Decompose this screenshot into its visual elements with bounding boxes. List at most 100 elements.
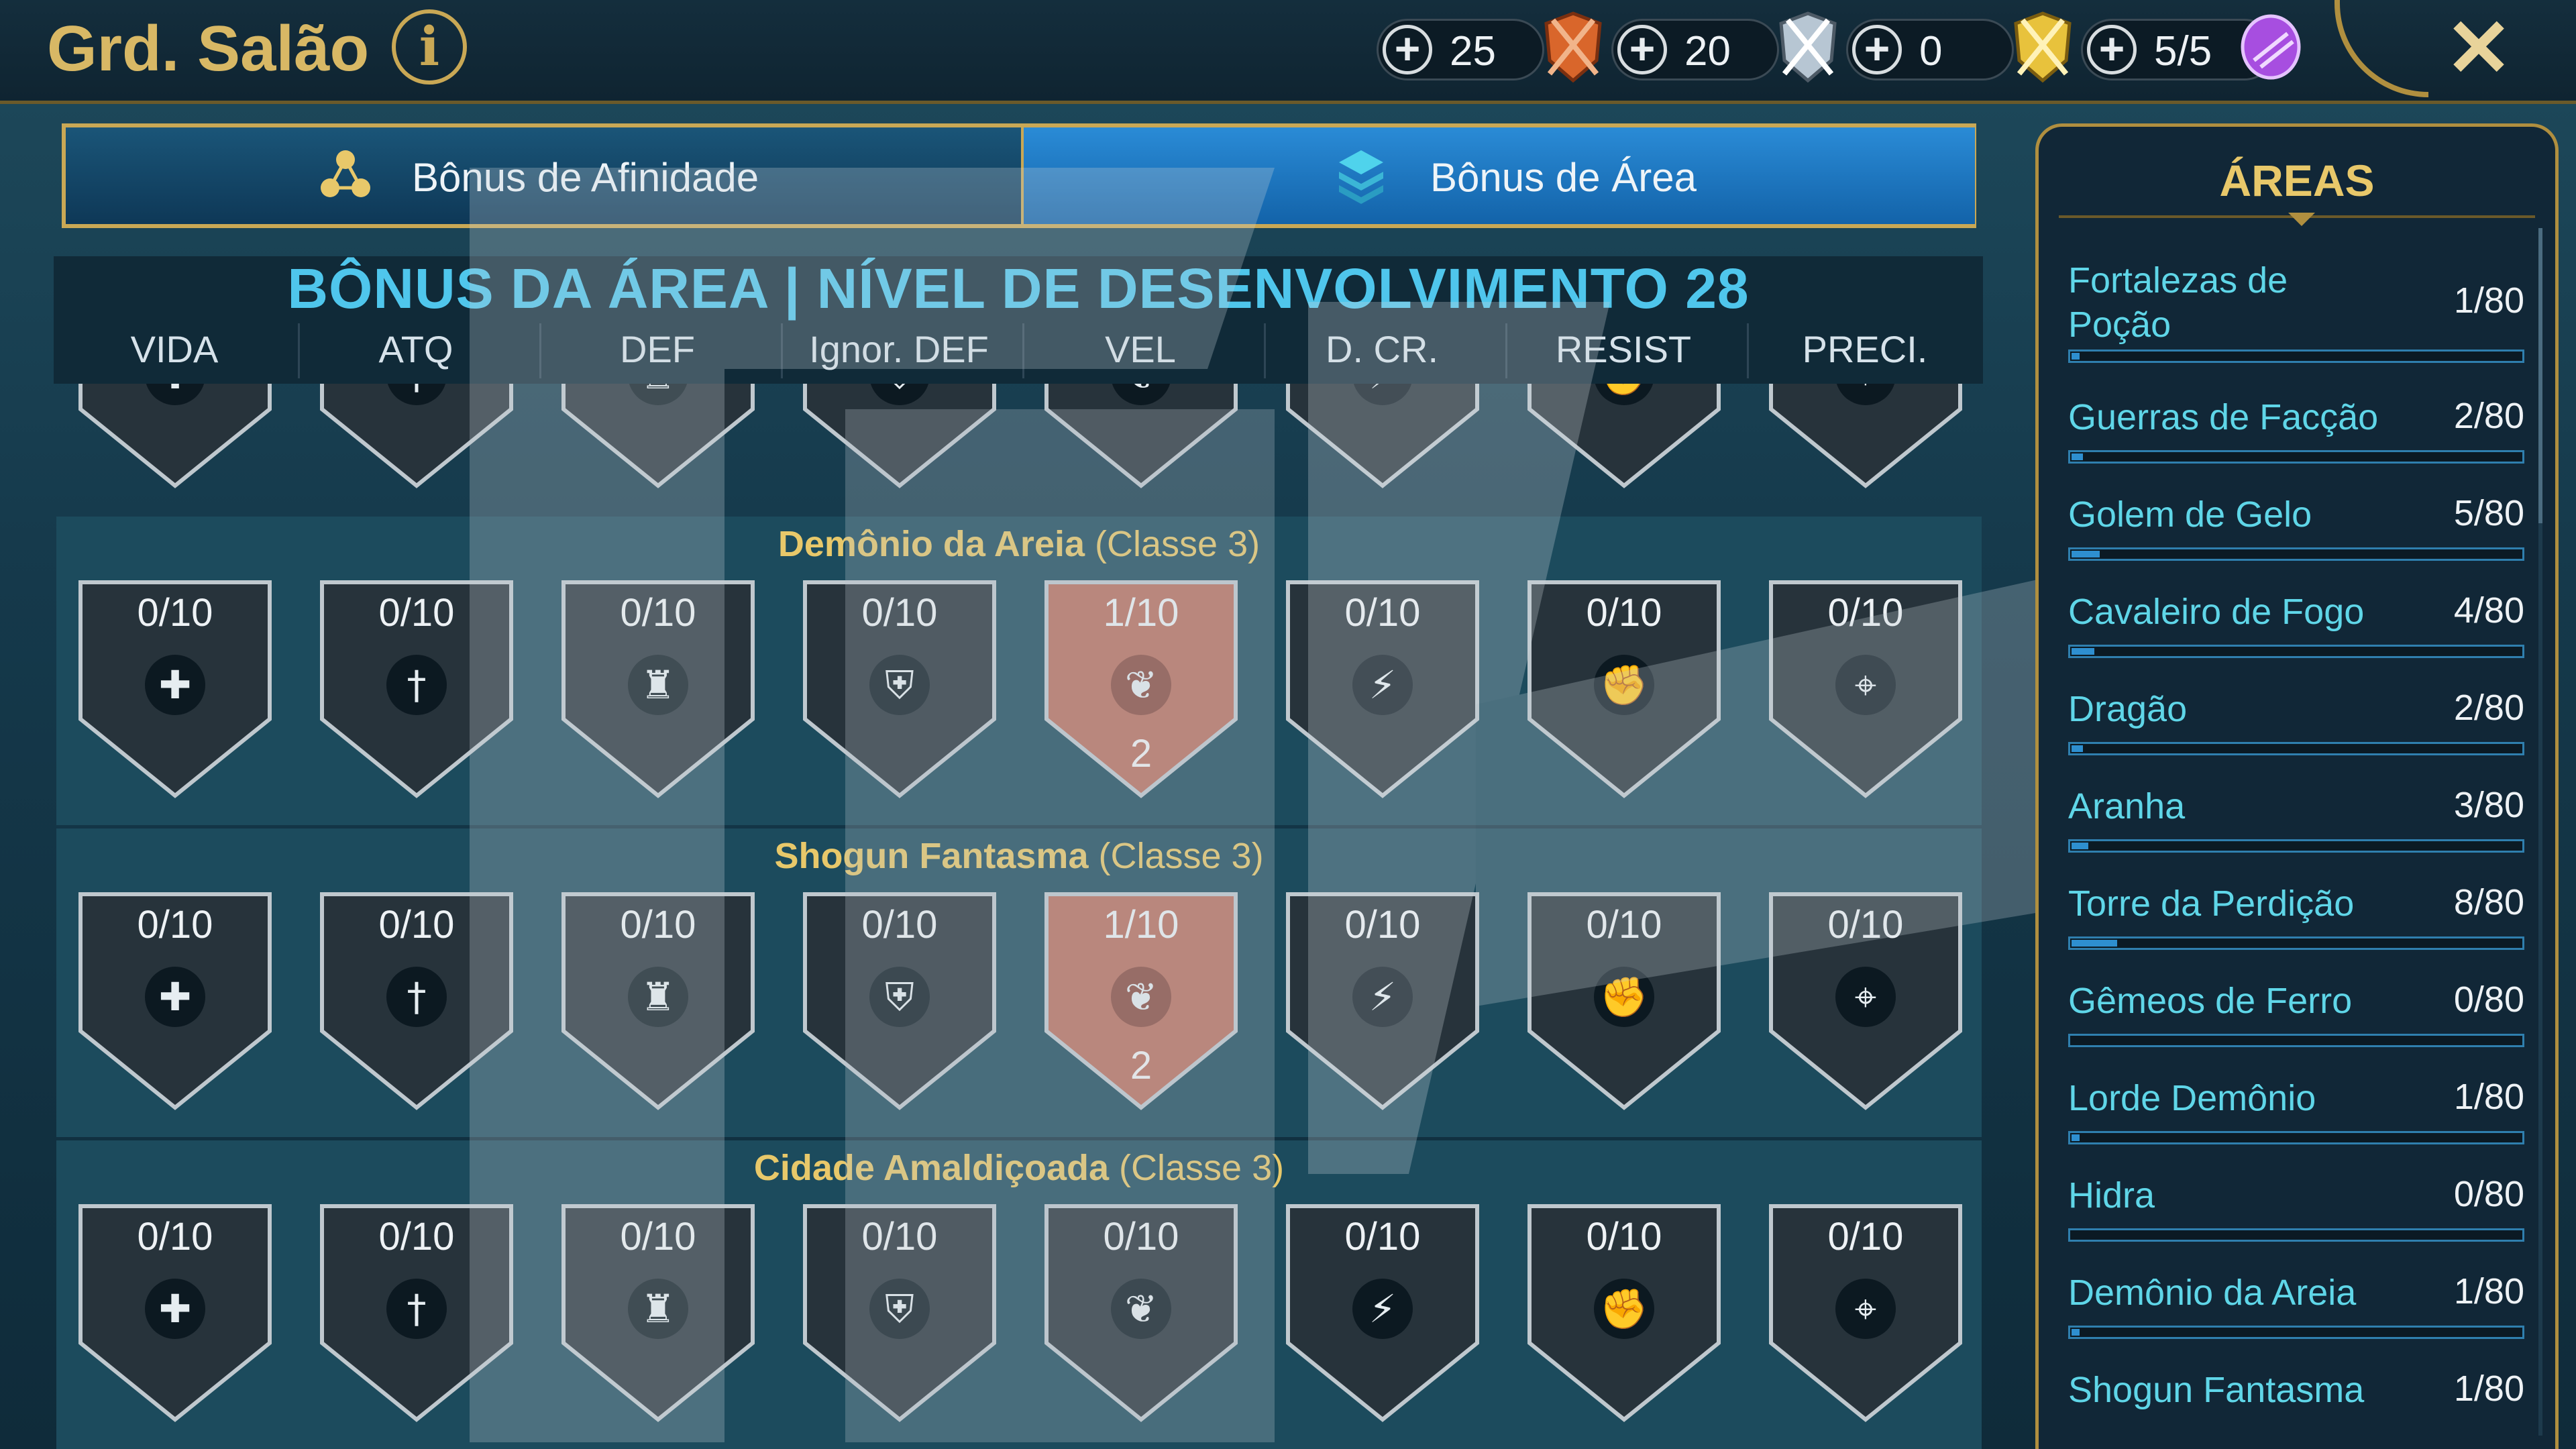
area-list-item[interactable]: Dragão 2/80 bbox=[2068, 687, 2524, 761]
stat-header: ATQ bbox=[378, 328, 453, 370]
bonus-shield[interactable]: 0/10 ⌖ bbox=[1767, 1202, 1964, 1424]
sidebar-scroll-thumb[interactable] bbox=[2538, 228, 2542, 523]
divider-ornament bbox=[2288, 213, 2315, 226]
lightning-icon: ⚡ bbox=[1352, 1279, 1413, 1339]
area-list-item[interactable]: Cavaleiro de Fogo 4/80 bbox=[2068, 590, 2524, 663]
area-list-item[interactable]: Shogun Fantasma 1/80 bbox=[2068, 1368, 2524, 1442]
progress-fill bbox=[2072, 843, 2089, 849]
bonus-shield[interactable]: 0/10 ⚡ bbox=[1284, 890, 1481, 1112]
resource-silver: + 20 bbox=[1611, 19, 1779, 80]
area-name: Demônio da Areia bbox=[2068, 1273, 2357, 1313]
bonus-shield[interactable]: 0/10 ♜ bbox=[559, 1202, 757, 1424]
area-list-item[interactable]: Demônio da Areia 1/80 bbox=[2068, 1271, 2524, 1344]
champion-count: 0/10 bbox=[137, 591, 213, 635]
progress-fill bbox=[2072, 453, 2083, 460]
progress-bar bbox=[2068, 450, 2524, 464]
info-icon[interactable]: i bbox=[392, 9, 467, 85]
area-list-item[interactable]: Gêmeos de Ferro 0/80 bbox=[2068, 979, 2524, 1053]
area-name: Fortalezas de Poção bbox=[2068, 260, 2288, 345]
bonus-shield[interactable]: 0/10 ✊ bbox=[1525, 890, 1723, 1112]
bonus-shield[interactable]: 0/10 ❦ bbox=[1042, 1202, 1240, 1424]
progress-fill bbox=[2072, 648, 2094, 655]
champion-count: 0/10 bbox=[1586, 1215, 1662, 1258]
zone-class: (Classe 3) bbox=[1098, 836, 1264, 876]
divider bbox=[781, 323, 783, 378]
bonus-shield[interactable]: 0/10 † bbox=[318, 578, 515, 800]
areas-sidebar: ÁREAS Fortalezas de Poção 1/80 Guerras de … bbox=[2035, 123, 2559, 1449]
area-progress: 1/80 bbox=[2453, 1271, 2524, 1311]
close-icon[interactable]: ✕ bbox=[2442, 8, 2516, 89]
stat-header: RESIST bbox=[1555, 328, 1692, 370]
area-list-item[interactable]: Golem de Gelo 5/80 bbox=[2068, 492, 2524, 566]
bonus-shield[interactable]: 0/10 ✚ bbox=[76, 578, 274, 800]
stat-header: VIDA bbox=[130, 328, 219, 370]
bonus-shield[interactable]: 0/10 ⛨ bbox=[801, 1202, 998, 1424]
bonus-shield[interactable]: 0/10 † bbox=[318, 890, 515, 1112]
sword-icon: † bbox=[386, 655, 447, 715]
champion-count: 0/10 bbox=[861, 591, 938, 635]
resource-gold: + 0 bbox=[1846, 19, 2014, 80]
sword-icon: † bbox=[386, 967, 447, 1027]
sidebar-title: ÁREAS bbox=[2219, 156, 2375, 205]
champion-count: 0/10 bbox=[137, 1215, 213, 1258]
tower-icon: ♜ bbox=[628, 655, 688, 715]
area-list-item[interactable]: Lorde Demônio 1/80 bbox=[2068, 1076, 2524, 1150]
tab-area-bonus[interactable]: Bônus de Área bbox=[1021, 127, 1975, 224]
progress-bar bbox=[2068, 350, 2524, 363]
add-silver-button[interactable]: + bbox=[1617, 25, 1667, 74]
add-bronze-button[interactable]: + bbox=[1383, 25, 1432, 74]
area-list-item[interactable]: Hidra 0/80 bbox=[2068, 1173, 2524, 1247]
page-title: Grd. Salão bbox=[47, 13, 370, 85]
area-progress: 5/80 bbox=[2453, 493, 2524, 533]
tab-label: Bônus de Afinidade bbox=[412, 155, 759, 200]
champion-count: 0/10 bbox=[1827, 1215, 1904, 1258]
bonus-shield[interactable]: 0/10 ⚡ bbox=[1284, 578, 1481, 800]
progress-fill bbox=[2072, 353, 2080, 360]
bonus-shield[interactable]: 1/10 ❦ 2 bbox=[1042, 578, 1240, 800]
zone-name: Demônio da Areia bbox=[777, 524, 1085, 564]
area-name: Gêmeos de Ferro bbox=[2068, 981, 2353, 1021]
area-progress: 4/80 bbox=[2453, 590, 2524, 631]
divider bbox=[1747, 323, 1749, 378]
wing-icon: ❦ bbox=[1111, 967, 1171, 1027]
bonus-shield[interactable]: 0/10 ✊ bbox=[1525, 578, 1723, 800]
add-gold-button[interactable]: + bbox=[1852, 25, 1902, 74]
fist-icon: ✊ bbox=[1594, 967, 1654, 1027]
add-gems-button[interactable]: + bbox=[2087, 25, 2137, 74]
area-progress: 0/80 bbox=[2453, 979, 2524, 1020]
fist-icon: ✊ bbox=[1594, 1279, 1654, 1339]
bonus-shield[interactable]: 0/10 † bbox=[318, 1202, 515, 1424]
area-list-item[interactable]: Fortalezas de Poção 1/80 bbox=[2068, 258, 2524, 363]
divider bbox=[298, 323, 300, 378]
area-progress: 1/80 bbox=[2453, 1077, 2524, 1117]
progress-bar bbox=[2068, 1228, 2524, 1242]
area-list-item[interactable]: Guerras de Facção 2/80 bbox=[2068, 395, 2524, 469]
stat-header: Ignor. DEF bbox=[809, 328, 989, 370]
progress-bar bbox=[2068, 547, 2524, 561]
champion-count: 0/10 bbox=[861, 1215, 938, 1258]
bonus-shield[interactable]: 0/10 ✊ bbox=[1525, 1202, 1723, 1424]
purple-gem-icon bbox=[2241, 14, 2301, 80]
bonus-shield[interactable]: 0/10 ⛨ bbox=[801, 578, 998, 800]
bonus-shield[interactable]: 0/10 ⌖ bbox=[1767, 578, 1964, 800]
crosshair-icon: ⌖ bbox=[1835, 1279, 1896, 1339]
resource-value: 25 bbox=[1450, 28, 1496, 74]
resource-value: 20 bbox=[1684, 28, 1731, 74]
champion-count: 0/10 bbox=[1344, 1215, 1421, 1258]
bonus-shield[interactable]: 0/10 ♜ bbox=[559, 890, 757, 1112]
bonus-shield[interactable]: 0/10 ⛨ bbox=[801, 890, 998, 1112]
area-name: Hidra bbox=[2068, 1175, 2155, 1216]
area-list-item[interactable]: Aranha 3/80 bbox=[2068, 784, 2524, 858]
bonus-shield[interactable]: 0/10 ✚ bbox=[76, 1202, 274, 1424]
champion-count: 0/10 bbox=[620, 903, 696, 947]
bonus-shield[interactable]: 0/10 ⌖ bbox=[1767, 890, 1964, 1112]
health-icon: ✚ bbox=[145, 655, 205, 715]
bonus-shield[interactable]: 0/10 ♜ bbox=[559, 578, 757, 800]
tower-icon: ♜ bbox=[628, 967, 688, 1027]
stat-header: PRECI. bbox=[1802, 328, 1928, 370]
area-list-item[interactable]: Torre da Perdição 8/80 bbox=[2068, 881, 2524, 955]
bonus-shield[interactable]: 1/10 ❦ 2 bbox=[1042, 890, 1240, 1112]
bonus-shield[interactable]: 0/10 ✚ bbox=[76, 890, 274, 1112]
tab-affinity-bonus[interactable]: Bônus de Afinidade bbox=[66, 127, 1021, 224]
bonus-shield[interactable]: 0/10 ⚡ bbox=[1284, 1202, 1481, 1424]
